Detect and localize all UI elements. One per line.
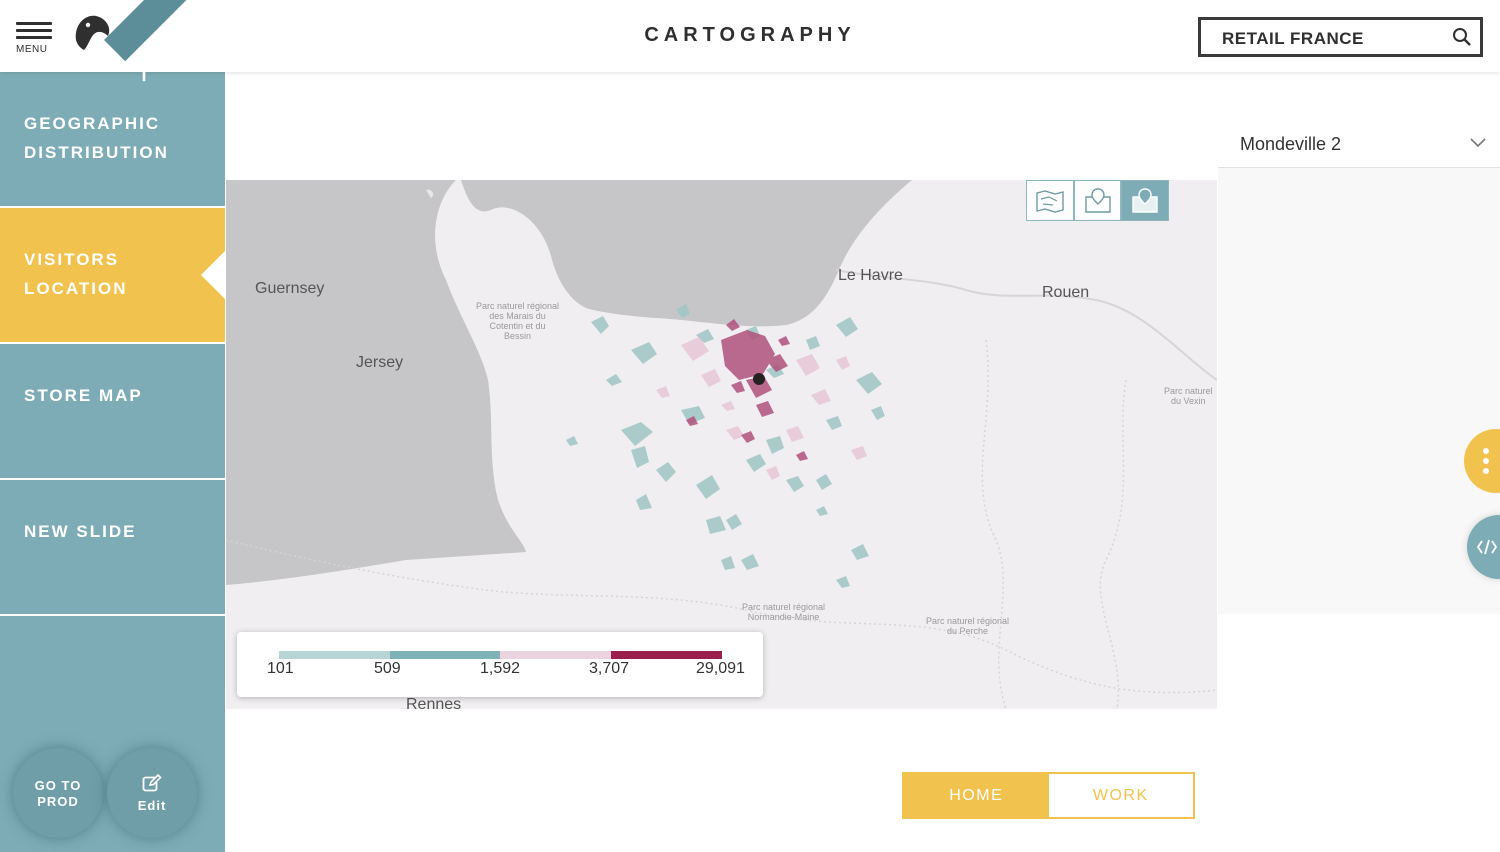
legend-tick: 29,091: [696, 660, 745, 677]
wrench-icon: [138, 62, 150, 82]
map-toggle-points[interactable]: [1073, 180, 1122, 221]
top-bar: MENU CARTOGRAPHY RETAIL FRANCE: [0, 0, 1500, 72]
legend-segment-4: [611, 651, 722, 659]
legend-segment-1: [279, 651, 390, 659]
sidebar-item-label: VISITORS LOCATION: [24, 250, 128, 298]
search-icon[interactable]: [1452, 27, 1472, 47]
active-pointer: [201, 251, 225, 299]
sidebar-item-label: GEOGRAPHIC DISTRIBUTION: [24, 114, 169, 162]
border-line-3: [1099, 379, 1127, 709]
sidebar-item-new-slide[interactable]: NEW SLIDE: [0, 480, 225, 616]
sidebar: GEOGRAPHIC DISTRIBUTION VISITORS LOCATIO…: [0, 72, 225, 852]
place-label-parc-vexin: Parc naturel du Vexin: [1164, 386, 1213, 406]
code-icon: [1477, 539, 1497, 555]
place-label-rennes: Rennes: [406, 696, 462, 709]
go-to-prod-button[interactable]: GO TO PROD: [13, 748, 103, 838]
menu-button[interactable]: MENU: [14, 18, 54, 58]
sidebar-item-label: STORE MAP: [24, 386, 143, 405]
sidebar-item-geographic-distribution[interactable]: GEOGRAPHIC DISTRIBUTION: [0, 72, 225, 208]
legend-tick: 509: [374, 660, 401, 677]
map-view-toggles: [1026, 180, 1170, 221]
legend-tick: 1,592: [480, 660, 521, 677]
map-toggle-choropleth[interactable]: [1026, 180, 1074, 221]
edit-icon: [142, 774, 162, 792]
map-pin-filled-icon: [1132, 187, 1158, 213]
map-icon: [1036, 189, 1064, 213]
toucan-logo-icon: [75, 15, 110, 50]
right-panel: [1218, 168, 1500, 614]
place-label-parc-perche: Parc naturel régional du Perche: [926, 616, 1010, 636]
legend-segment-3: [500, 651, 611, 659]
legend-tick: 101: [267, 660, 294, 677]
work-button[interactable]: WORK: [1048, 774, 1193, 817]
sidebar-item-store-map[interactable]: STORE MAP: [0, 344, 225, 480]
store-marker: [753, 373, 765, 385]
more-vertical-icon: [1483, 448, 1489, 474]
search-value: RETAIL FRANCE: [1222, 29, 1364, 48]
sea-west: [226, 180, 526, 585]
place-label-rouen: Rouen: [1042, 284, 1090, 301]
place-label-jersey: Jersey: [356, 354, 404, 371]
hamburger-icon-line: [16, 29, 52, 32]
menu-label: MENU: [16, 44, 48, 55]
place-label-le-havre: Le Havre: [838, 267, 903, 284]
place-label-parc-normandie-maine: Parc naturel régional Normandie-Maine: [742, 602, 826, 622]
store-select[interactable]: Mondeville 2: [1218, 122, 1500, 168]
hamburger-icon-line: [16, 36, 52, 39]
map-legend: 101 509 1,592 3,707 29,091: [237, 632, 763, 697]
legend-tick: 3,707: [589, 660, 630, 677]
border-line-2: [981, 339, 1007, 709]
chevron-down-icon: [1470, 138, 1486, 148]
search-input[interactable]: RETAIL FRANCE: [1198, 17, 1483, 57]
edit-button[interactable]: Edit: [107, 748, 197, 838]
map-canvas: [226, 180, 1217, 709]
river: [835, 269, 1217, 381]
map-pin-outline-icon: [1084, 187, 1111, 213]
place-label-guernsey: Guernsey: [255, 280, 325, 297]
store-select-value: Mondeville 2: [1240, 134, 1342, 154]
hamburger-icon: [16, 22, 52, 25]
go-to-prod-label: GO TO PROD: [34, 778, 82, 809]
place-label-parc-marais: Parc naturel régional des Marais du Cote…: [476, 301, 560, 341]
sidebar-item-visitors-location[interactable]: VISITORS LOCATION: [0, 208, 225, 344]
home-work-toggle: HOME WORK: [902, 772, 1195, 819]
map-toggle-heat[interactable]: [1121, 180, 1170, 221]
edit-label: Edit: [137, 798, 167, 813]
visitors-map[interactable]: Guernsey Jersey Le Havre Rouen Rennes Pa…: [226, 180, 1217, 709]
legend-segment-2: [390, 651, 500, 659]
sidebar-item-label: NEW SLIDE: [24, 522, 137, 541]
home-button[interactable]: HOME: [904, 774, 1049, 817]
